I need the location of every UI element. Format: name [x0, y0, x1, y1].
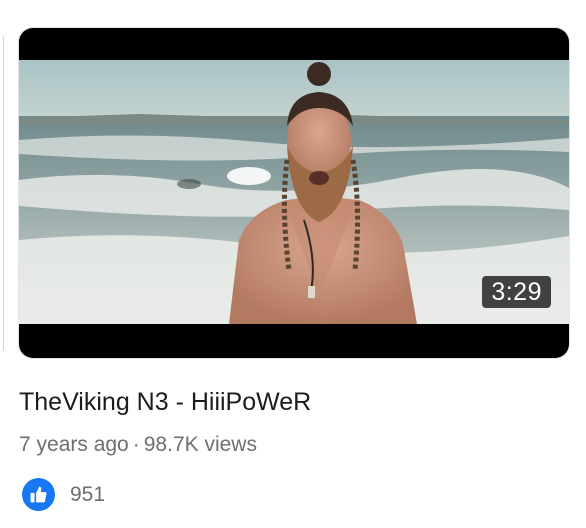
- video-feed-item: 3:29 TheViking N3 - HiiiPoWeR 7 years ag…: [0, 0, 586, 528]
- video-thumbnail[interactable]: 3:29: [19, 60, 569, 324]
- video-title[interactable]: TheViking N3 - HiiiPoWeR: [19, 388, 311, 417]
- upload-age: 7 years ago: [19, 433, 129, 456]
- meta-separator: ·: [132, 433, 140, 456]
- thumbs-up-icon: [22, 478, 55, 511]
- previous-card-edge[interactable]: [0, 34, 4, 352]
- view-count: 98.7K views: [143, 433, 257, 456]
- video-thumbnail-card[interactable]: 3:29: [19, 28, 569, 358]
- duration-badge: 3:29: [482, 276, 551, 308]
- like-count: 951: [70, 482, 106, 506]
- like-summary[interactable]: 951: [22, 478, 105, 511]
- video-meta: 7 years ago · 98.7K views: [19, 433, 257, 457]
